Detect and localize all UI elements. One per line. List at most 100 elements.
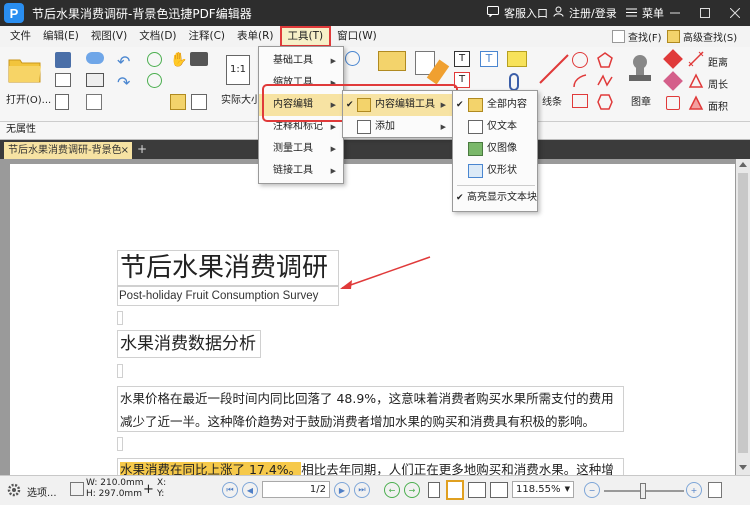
menu-item-link[interactable]: 链接工具 ▶ bbox=[259, 160, 343, 182]
actual-size-icon[interactable]: 1:1 bbox=[226, 55, 250, 85]
advanced-find-button[interactable]: 高级查找(S) bbox=[667, 26, 737, 47]
next-page-icon[interactable]: ▶ bbox=[334, 482, 350, 498]
menu-item-all-content[interactable]: ✔ 全部内容 bbox=[453, 94, 537, 116]
first-page-icon[interactable]: ⏮ bbox=[222, 482, 238, 498]
previous-page-icon[interactable]: ◀ bbox=[242, 482, 258, 498]
continuous-facing-icon[interactable] bbox=[490, 482, 508, 498]
service-entry[interactable]: 客服入口 bbox=[487, 0, 548, 26]
spellcheck-icon[interactable] bbox=[666, 96, 680, 110]
menu-item-content-edit-tool[interactable]: ✔ 内容编辑工具 ▶ bbox=[343, 94, 453, 116]
polyline-shape-icon[interactable] bbox=[597, 73, 613, 89]
menu-item-text-only[interactable]: 仅文本 bbox=[453, 116, 537, 138]
stamp-icon[interactable] bbox=[626, 53, 654, 83]
checkmark-icon: ✔ bbox=[456, 100, 464, 110]
highlighter-icon[interactable] bbox=[663, 71, 683, 91]
text-box-icon[interactable]: T bbox=[454, 51, 470, 67]
text-callout-icon[interactable]: T bbox=[480, 51, 498, 67]
menu-file[interactable]: 文件 bbox=[4, 26, 37, 47]
content-tool-submenu: ✔ 全部内容 仅文本 仅图像 仅形状 ✔ 高亮显示文本块 bbox=[452, 90, 538, 212]
arc-shape-icon[interactable] bbox=[572, 73, 588, 89]
zoom-select[interactable]: 118.55% ▼ bbox=[512, 481, 574, 498]
menu-view[interactable]: 视图(V) bbox=[85, 26, 133, 47]
undo-icon[interactable]: ↶ bbox=[117, 52, 130, 71]
menu-comment[interactable]: 注释(C) bbox=[183, 26, 232, 47]
gear-icon[interactable] bbox=[6, 482, 22, 498]
stamp-button[interactable]: 图章 bbox=[631, 93, 651, 108]
print-icon[interactable] bbox=[55, 73, 71, 87]
close-window-button[interactable] bbox=[720, 0, 750, 26]
menu-item-basic-tools[interactable]: 基础工具 ▶ bbox=[259, 50, 343, 72]
app-menu-button[interactable]: 菜单 bbox=[626, 0, 664, 26]
snapshot-icon[interactable] bbox=[191, 94, 207, 110]
line-icon[interactable] bbox=[538, 53, 570, 85]
redo-icon[interactable]: ↷ bbox=[117, 73, 130, 92]
perimeter-button[interactable]: 周长 bbox=[708, 76, 728, 91]
camera-icon[interactable] bbox=[190, 52, 208, 66]
scroll-thumb[interactable] bbox=[738, 173, 748, 453]
menu-item-image-only[interactable]: 仅图像 bbox=[453, 138, 537, 160]
menu-document[interactable]: 文档(D) bbox=[133, 26, 182, 47]
area-button[interactable]: 面积 bbox=[708, 98, 728, 113]
open-button[interactable]: 打开(O)... bbox=[6, 91, 51, 106]
options-button[interactable]: 选项... bbox=[27, 484, 57, 499]
menu-item-label: 添加 bbox=[375, 121, 395, 132]
folder-icon[interactable] bbox=[8, 54, 42, 84]
go-back-icon[interactable]: ← bbox=[384, 482, 400, 498]
menu-item-shape-only[interactable]: 仅形状 bbox=[453, 160, 537, 182]
edit-content-icon[interactable] bbox=[378, 51, 406, 71]
menu-window[interactable]: 窗口(W) bbox=[331, 26, 383, 47]
properties-icon[interactable] bbox=[86, 94, 102, 110]
scroll-down-arrow[interactable] bbox=[739, 465, 747, 470]
distance-icon[interactable] bbox=[688, 51, 704, 67]
new-document-icon[interactable] bbox=[55, 94, 69, 110]
line-tool-button[interactable]: 线条 bbox=[542, 93, 562, 108]
zoom-out-icon[interactable]: − bbox=[584, 482, 600, 498]
menu-item-highlight-text-blocks[interactable]: ✔ 高亮显示文本块 bbox=[453, 187, 537, 209]
scroll-up-arrow[interactable] bbox=[739, 162, 747, 167]
area-icon[interactable] bbox=[688, 95, 704, 111]
attachment-icon[interactable] bbox=[509, 73, 519, 91]
zoom-in-status-icon[interactable]: + bbox=[686, 482, 702, 498]
hand-icon[interactable]: ✋ bbox=[170, 52, 187, 68]
menu-item-measure[interactable]: 测量工具 ▶ bbox=[259, 138, 343, 160]
select-text-icon[interactable] bbox=[170, 94, 186, 110]
cloud-icon[interactable] bbox=[86, 52, 104, 64]
minimize-button[interactable] bbox=[660, 0, 690, 26]
distance-button[interactable]: 距离 bbox=[708, 54, 728, 69]
zoom-in-icon[interactable] bbox=[345, 51, 360, 66]
save-icon[interactable] bbox=[55, 52, 71, 68]
menu-separator bbox=[457, 185, 535, 186]
menu-edit[interactable]: 编辑(E) bbox=[37, 26, 85, 47]
circle-shape-icon[interactable] bbox=[572, 52, 588, 68]
go-forward-icon[interactable]: → bbox=[404, 482, 420, 498]
menu-tools[interactable]: 工具(T) bbox=[279, 26, 332, 47]
vertical-scrollbar[interactable] bbox=[736, 159, 750, 475]
polygon-shape-icon[interactable] bbox=[597, 52, 613, 68]
find-button[interactable]: 查找(F) bbox=[612, 26, 662, 47]
forward-icon[interactable] bbox=[147, 73, 162, 88]
tab-close-icon[interactable]: × bbox=[121, 142, 129, 159]
rectangle-shape-icon[interactable] bbox=[572, 94, 588, 108]
facing-pages-icon[interactable] bbox=[468, 482, 486, 498]
menu-item-label: 仅文本 bbox=[487, 121, 517, 132]
actual-size-button[interactable]: 实际大小 bbox=[221, 91, 261, 106]
page-number-field[interactable]: 1/2 bbox=[262, 481, 330, 498]
menu-item-add[interactable]: 添加 ▶ bbox=[343, 116, 453, 138]
maximize-button[interactable] bbox=[690, 0, 720, 26]
menu-form[interactable]: 表单(R) bbox=[231, 26, 280, 47]
zoom-slider-thumb[interactable] bbox=[640, 483, 646, 499]
email-icon[interactable] bbox=[86, 73, 104, 87]
hexagon-shape-icon[interactable] bbox=[597, 94, 613, 110]
fit-page-icon[interactable] bbox=[708, 482, 722, 498]
back-icon[interactable] bbox=[147, 52, 162, 67]
new-tab-button[interactable]: + bbox=[135, 142, 149, 157]
last-page-icon[interactable]: ⏭ bbox=[354, 482, 370, 498]
single-page-icon[interactable] bbox=[428, 482, 440, 498]
perimeter-icon[interactable] bbox=[688, 73, 704, 89]
hamburger-icon bbox=[626, 7, 637, 20]
sticky-note-icon[interactable] bbox=[507, 51, 527, 67]
login-button[interactable]: 注册/登录 bbox=[553, 0, 617, 26]
document-tab[interactable]: 节后水果消费调研-背景色 × bbox=[4, 142, 132, 159]
continuous-page-icon[interactable] bbox=[446, 480, 464, 500]
eraser-icon[interactable] bbox=[663, 49, 683, 69]
